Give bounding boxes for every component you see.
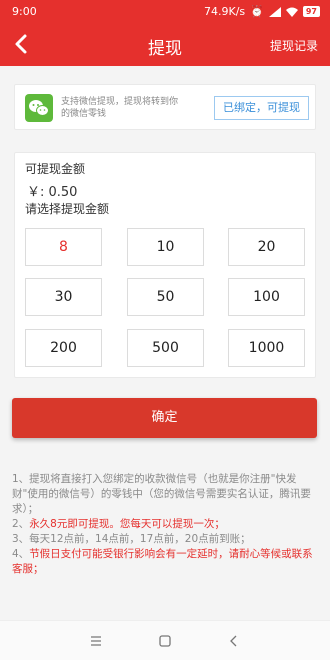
withdraw-amount-card: 可提现金额 ￥: 0.50 请选择提现金额 8 10 20 30 50 100 … bbox=[14, 152, 316, 378]
note-2-highlight: 永久8元即可提现。您每天可以提现一次； bbox=[29, 518, 225, 530]
system-nav-bar bbox=[0, 620, 330, 660]
amount-option[interactable]: 1000 bbox=[228, 329, 305, 367]
alarm-icon: ⏰ bbox=[250, 5, 264, 18]
note-4-highlight: 节假日支付可能受银行影响会有一定延时，请耐心等候或联系客服； bbox=[12, 548, 313, 575]
amount-option[interactable]: 20 bbox=[228, 228, 305, 266]
wechat-bound-button[interactable]: 已绑定，可提现 bbox=[214, 96, 309, 120]
back-icon[interactable] bbox=[226, 633, 242, 649]
amount-option[interactable]: 30 bbox=[25, 278, 102, 316]
confirm-button[interactable]: 确定 bbox=[12, 398, 317, 438]
status-time: 9:00 bbox=[12, 5, 37, 18]
balance-value: ￥: 0.50 bbox=[27, 185, 78, 200]
choose-amount-label: 请选择提现金额 bbox=[25, 202, 110, 216]
signal-icon bbox=[268, 6, 281, 17]
amount-option[interactable]: 200 bbox=[25, 329, 102, 367]
note-3: 3、每天12点前，14点前，17点前，20点前到账； bbox=[12, 533, 251, 545]
withdraw-notes: 1、提现将直接打入您绑定的收款微信号（也就是你注册"快发财"使用的微信号）的零钱… bbox=[12, 472, 318, 577]
status-indicators: 74.9K/s ⏰ 97 bbox=[204, 5, 320, 18]
amount-option[interactable]: 500 bbox=[127, 329, 204, 367]
withdraw-record-link[interactable]: 提现记录 bbox=[270, 37, 318, 54]
note-2: 2、永久8元即可提现。您每天可以提现一次； bbox=[12, 517, 318, 532]
status-bar: 9:00 74.9K/s ⏰ 97 bbox=[0, 0, 330, 24]
amount-option[interactable]: 50 bbox=[127, 278, 204, 316]
wechat-icon bbox=[25, 94, 53, 122]
note-4-prefix: 4、 bbox=[12, 548, 30, 560]
note-2-prefix: 2、 bbox=[12, 518, 30, 530]
wechat-description: 支持微信提现，提现将转到你的微信零钱 bbox=[61, 97, 179, 119]
amount-option[interactable]: 100 bbox=[228, 278, 305, 316]
note-4: 4、节假日支付可能受银行影响会有一定延时，请耐心等候或联系客服； bbox=[12, 547, 318, 577]
network-speed: 74.9K/s bbox=[204, 5, 246, 18]
amount-option[interactable]: 10 bbox=[127, 228, 204, 266]
battery-icon: 97 bbox=[302, 6, 320, 17]
menu-icon[interactable] bbox=[88, 633, 104, 649]
wifi-icon bbox=[285, 7, 298, 17]
top-nav-bar: 提现 提现记录 bbox=[0, 24, 330, 66]
home-icon[interactable] bbox=[157, 633, 173, 649]
wechat-binding-card: 支持微信提现，提现将转到你的微信零钱 已绑定，可提现 bbox=[14, 84, 316, 130]
withdrawable-label: 可提现金额 bbox=[25, 162, 86, 176]
note-1: 1、提现将直接打入您绑定的收款微信号（也就是你注册"快发财"使用的微信号）的零钱… bbox=[12, 473, 311, 515]
amount-option[interactable]: 8 bbox=[25, 228, 102, 266]
